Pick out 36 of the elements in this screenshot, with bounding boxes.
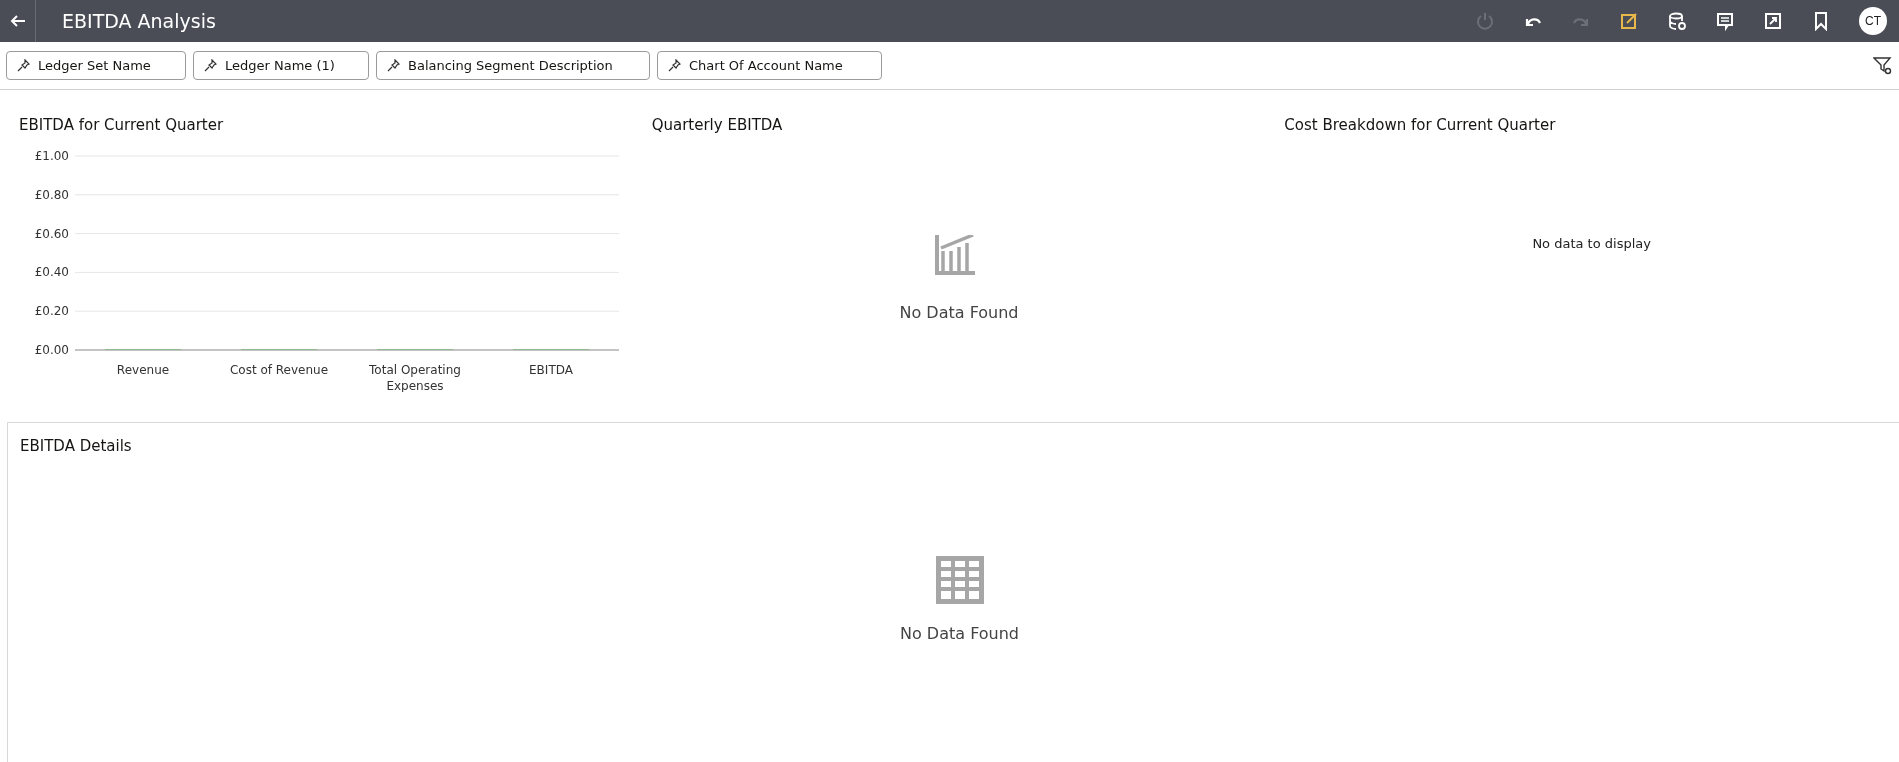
axis-label: £0.80	[34, 187, 69, 202]
filter-gear-icon	[1873, 55, 1893, 76]
filter-settings-button[interactable]	[1873, 55, 1893, 76]
table-icon	[935, 555, 984, 604]
database-icon	[1667, 11, 1687, 31]
pin-icon	[668, 59, 681, 72]
axis-label: £0.60	[34, 226, 69, 241]
pin-icon	[387, 59, 400, 72]
axis-label: £0.40	[34, 265, 69, 280]
category-label: EBITDA	[529, 363, 573, 377]
empty-message: No data to display	[1532, 235, 1651, 253]
chart-title: Cost Breakdown for Current Quarter	[1284, 116, 1556, 134]
filter-pill[interactable]: Ledger Name (1)	[193, 51, 369, 80]
axis-label: £1.00	[34, 149, 69, 163]
export-icon	[1763, 11, 1783, 31]
filter-pill[interactable]: Ledger Set Name	[6, 51, 186, 80]
arrow-left-icon	[9, 13, 26, 29]
axis-label: £0.00	[34, 343, 69, 357]
comment-icon	[1715, 11, 1735, 31]
chart-title: Quarterly EBITDA	[651, 116, 783, 134]
axis-label: £0.20	[34, 304, 69, 319]
edit-icon	[1619, 11, 1639, 31]
power-icon	[1475, 11, 1495, 31]
filter-pill[interactable]: Chart Of Account Name	[657, 51, 882, 80]
category-label: Cost of Revenue	[229, 363, 329, 377]
section-title: EBITDA Details	[20, 437, 132, 455]
chart-title: EBITDA for Current Quarter	[19, 116, 224, 134]
empty-message: No Data Found	[900, 623, 1019, 643]
page-title: EBITDA Analysis	[62, 10, 217, 32]
pin-icon	[17, 59, 30, 72]
empty-message: No Data Found	[899, 302, 1019, 322]
category-label: Total Operating Expenses	[369, 363, 461, 392]
category-label: Revenue	[116, 363, 170, 377]
filter-pill[interactable]: Balancing Segment Description	[376, 51, 650, 80]
user-avatar[interactable]: CT	[1859, 7, 1887, 35]
pin-icon	[204, 59, 217, 72]
